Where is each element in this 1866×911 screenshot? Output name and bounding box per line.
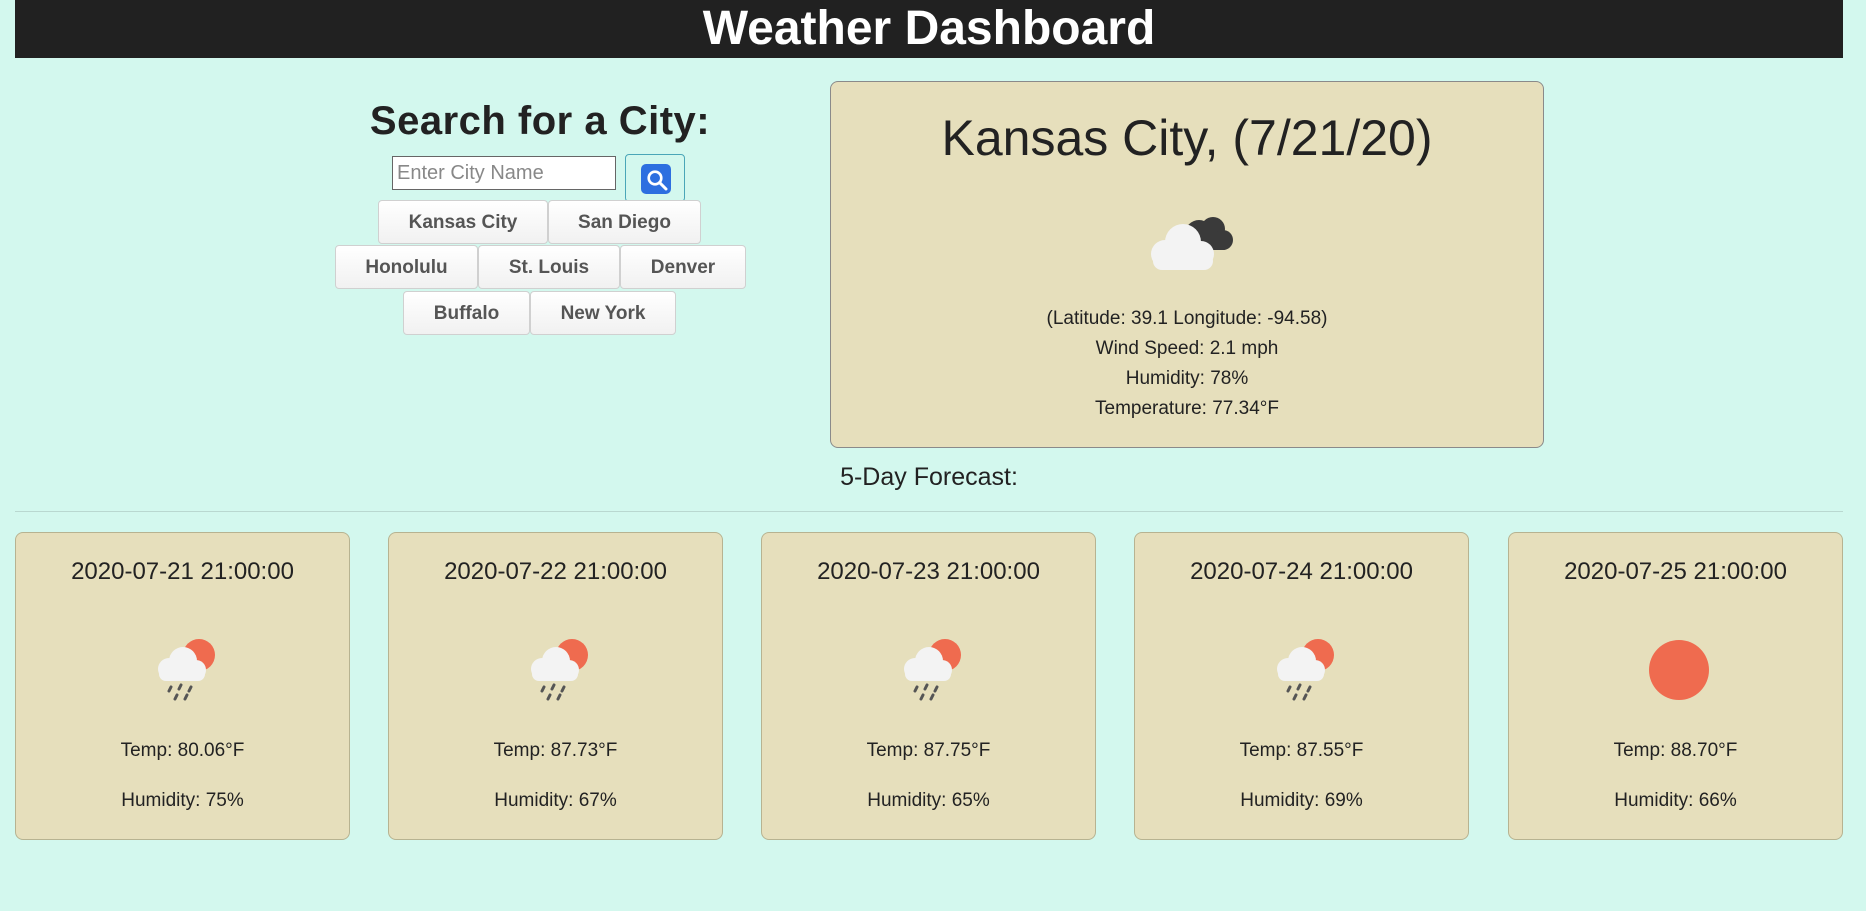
current-city-title: Kansas City, (7/21/20)	[941, 110, 1433, 166]
forecast-date: 2020-07-23 21:00:00	[817, 558, 1040, 585]
history-city-button[interactable]: Denver	[620, 245, 746, 289]
forecast-humidity: Humidity: 75%	[121, 790, 244, 811]
forecast-temp: Temp: 87.75°F	[866, 740, 991, 761]
rain-sun-icon	[904, 639, 961, 701]
window-edge	[1843, 0, 1866, 911]
forecast-card: 2020-07-25 21:00:00 Temp: 88.70°F Humidi…	[1508, 532, 1843, 840]
wind-speed-text: Wind Speed: 2.1 mph	[1095, 338, 1279, 359]
history-city-button[interactable]: St. Louis	[478, 245, 620, 289]
coordinates-text: (Latitude: 39.1 Longitude: -94.58)	[1046, 308, 1328, 329]
search-button[interactable]	[625, 154, 685, 202]
forecast-temp: Temp: 87.55°F	[1239, 740, 1364, 761]
forecast-humidity: Humidity: 67%	[494, 790, 617, 811]
forecast-temp: Temp: 80.06°F	[120, 740, 245, 761]
search-icon	[647, 170, 668, 191]
forecast-card: 2020-07-24 21:00:00 Temp: 87.55°F Humidi…	[1134, 532, 1469, 840]
forecast-card: 2020-07-23 21:00:00 Temp: 87.75°F Humidi…	[761, 532, 1096, 840]
forecast-humidity: Humidity: 66%	[1614, 790, 1737, 811]
city-search-input[interactable]	[392, 156, 616, 190]
forecast-date: 2020-07-25 21:00:00	[1564, 558, 1787, 585]
history-city-button[interactable]: Kansas City	[378, 200, 548, 244]
rain-sun-icon	[158, 639, 215, 701]
forecast-humidity: Humidity: 69%	[1240, 790, 1363, 811]
forecast-temp: Temp: 87.73°F	[493, 740, 618, 761]
search-panel: Search for a City: Kansas City San Diego…	[330, 92, 750, 335]
rain-sun-icon	[1277, 639, 1334, 701]
page-header: Weather Dashboard	[15, 0, 1843, 58]
search-row	[392, 152, 692, 202]
current-weather-card: Kansas City, (7/21/20) (Latitude: 39.1 L…	[830, 81, 1544, 448]
search-title: Search for a City:	[369, 99, 711, 143]
forecast-temp: Temp: 88.70°F	[1613, 740, 1738, 761]
temperature-text: Temperature: 77.34°F	[1095, 398, 1279, 419]
current-details: (Latitude: 39.1 Longitude: -94.58) Wind …	[831, 304, 1543, 424]
sun-icon	[1649, 640, 1709, 700]
partly-cloudy-night-icon	[1151, 217, 1233, 270]
forecast-date: 2020-07-21 21:00:00	[71, 558, 294, 585]
history-city-button[interactable]: New York	[530, 291, 676, 335]
forecast-humidity: Humidity: 65%	[867, 790, 990, 811]
divider	[15, 511, 1843, 512]
humidity-text: Humidity: 78%	[1125, 368, 1249, 389]
forecast-card: 2020-07-21 21:00:00 Temp: 80.06°F Humidi…	[15, 532, 350, 840]
forecast-card: 2020-07-22 21:00:00 Temp: 87.73°F Humidi…	[388, 532, 723, 840]
history-city-button[interactable]: San Diego	[548, 200, 701, 244]
forecast-date: 2020-07-22 21:00:00	[444, 558, 667, 585]
rain-sun-icon	[531, 639, 588, 701]
forecast-heading: 5-Day Forecast:	[840, 463, 1018, 491]
history-city-button[interactable]: Honolulu	[335, 245, 478, 289]
page-title: Weather Dashboard	[702, 2, 1156, 55]
forecast-date: 2020-07-24 21:00:00	[1190, 558, 1413, 585]
history-city-button[interactable]: Buffalo	[403, 291, 530, 335]
